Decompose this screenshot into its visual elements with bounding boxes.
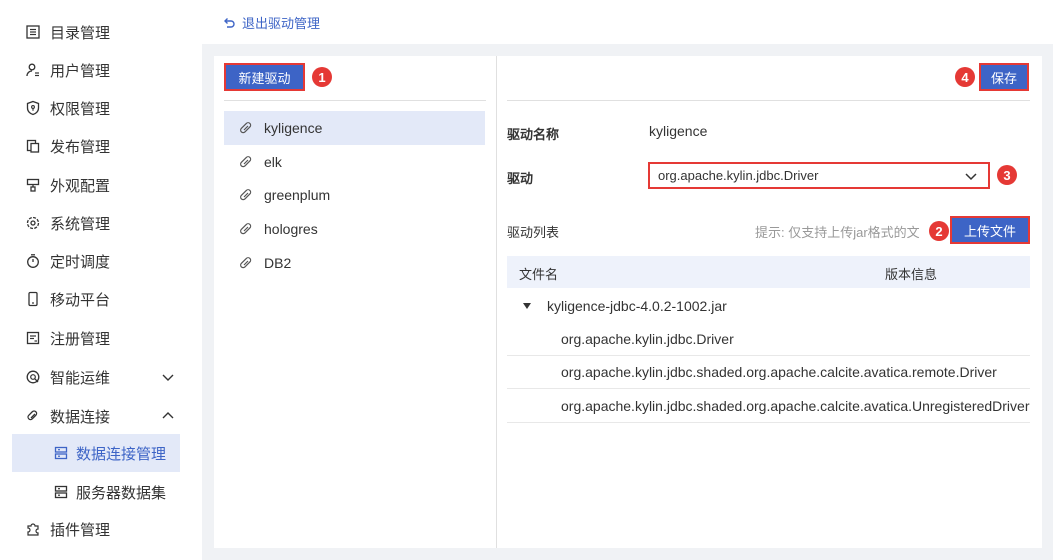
column-header-file: 文件名: [519, 267, 559, 282]
sidebar-item-ops[interactable]: 智能运维: [24, 358, 184, 396]
divider: [224, 100, 486, 101]
sidebar-item-label: 外观配置: [50, 177, 111, 195]
exit-driver-management-link[interactable]: 退出驱动管理: [222, 13, 320, 32]
sidebar-subitem-label: 服务器数据集: [76, 484, 167, 502]
back-link-label: 退出驱动管理: [242, 16, 321, 31]
database-icon: [52, 483, 70, 501]
upload-file-button[interactable]: 上传文件: [950, 216, 1030, 244]
sidebar-item-permissions[interactable]: 权限管理: [24, 89, 110, 127]
driver-label: 驱动: [507, 171, 534, 186]
table-row[interactable]: org.apache.kylin.jdbc.Driver: [507, 323, 1030, 356]
jar-row[interactable]: kyligence-jdbc-4.0.2-1002.jar: [507, 290, 1030, 322]
appearance-icon: [24, 176, 42, 194]
sidebar-item-publish[interactable]: 发布管理: [24, 127, 110, 165]
sidebar-item-catalog[interactable]: 目录管理: [24, 13, 110, 51]
link-icon: [238, 120, 254, 136]
driver-item-db2[interactable]: DB2: [224, 246, 485, 280]
driver-select[interactable]: org.apache.kylin.jdbc.Driver: [648, 162, 990, 189]
sidebar-item-appearance[interactable]: 外观配置: [24, 166, 110, 204]
sidebar-item-register[interactable]: 注册管理: [24, 319, 110, 357]
link-icon: [238, 154, 254, 170]
top-bar: 退出驱动管理: [202, 0, 1053, 44]
sidebar-item-system[interactable]: 系统管理: [24, 204, 110, 242]
puzzle-icon: [24, 520, 42, 538]
annotation-badge-2: 2: [929, 221, 949, 241]
driver-name-label: 驱动名称: [507, 127, 560, 142]
register-icon: [24, 329, 42, 347]
driver-item-label: DB2: [264, 255, 292, 271]
mobile-icon: [24, 290, 42, 308]
sidebar-item-label: 数据连接: [50, 408, 111, 426]
user-icon: [24, 61, 42, 79]
divider: [507, 100, 1030, 101]
annotation-badge-3: 3: [997, 165, 1017, 185]
sidebar-item-mobile[interactable]: 移动平台: [24, 280, 110, 318]
ops-icon: [24, 368, 42, 386]
sidebar-item-label: 插件管理: [50, 521, 111, 539]
sidebar: 目录管理 用户管理 权限管理 发布管理 外观配置 系统管理 定时调度 移动平台 …: [0, 0, 202, 560]
chevron-down-icon: [964, 169, 978, 183]
column-header-version: 版本信息: [885, 267, 938, 282]
collapse-triangle-icon[interactable]: [523, 303, 531, 309]
driver-item-kyligence[interactable]: kyligence: [224, 111, 485, 145]
sidebar-item-label: 注册管理: [50, 330, 111, 348]
driver-list-label: 驱动列表: [507, 225, 560, 240]
publish-icon: [24, 137, 42, 155]
chevron-up-icon: [160, 408, 176, 424]
upload-hint: 提示: 仅支持上传jar格式的文: [755, 225, 920, 240]
driver-list-panel: 新建驱动 1 kyligence elk greenplum hologres …: [214, 56, 496, 548]
sidebar-item-schedule[interactable]: 定时调度: [24, 242, 110, 280]
driver-item-hologres[interactable]: hologres: [224, 212, 485, 246]
jar-file-name: kyligence-jdbc-4.0.2-1002.jar: [547, 298, 727, 314]
sidebar-item-label: 移动平台: [50, 291, 111, 309]
driver-class-name: org.apache.kylin.jdbc.shaded.org.apache.…: [561, 398, 1030, 414]
sidebar-item-label: 发布管理: [50, 138, 111, 156]
link-icon: [24, 407, 42, 425]
sidebar-subitem-label: 数据连接管理: [76, 445, 167, 463]
driver-detail-panel: 4 保存 驱动名称 kyligence 驱动 org.apache.kylin.…: [497, 56, 1042, 548]
table-row[interactable]: org.apache.kylin.jdbc.shaded.org.apache.…: [507, 390, 1030, 423]
database-icon: [52, 444, 70, 462]
driver-name-value: kyligence: [649, 123, 708, 139]
driver-item-label: elk: [264, 154, 282, 170]
annotation-badge-4: 4: [955, 67, 975, 87]
sidebar-item-label: 权限管理: [50, 100, 111, 118]
sidebar-item-label: 系统管理: [50, 215, 111, 233]
sidebar-item-label: 定时调度: [50, 253, 111, 271]
list-icon: [24, 23, 42, 41]
driver-item-label: kyligence: [264, 120, 323, 136]
sidebar-item-plugins[interactable]: 插件管理: [24, 510, 110, 548]
sidebar-item-label: 智能运维: [50, 369, 111, 387]
sidebar-subitem-data-connection-management[interactable]: 数据连接管理: [12, 434, 180, 472]
sidebar-item-data-connection[interactable]: 数据连接: [24, 397, 184, 435]
driver-item-elk[interactable]: elk: [224, 145, 485, 179]
link-icon: [238, 255, 254, 271]
sidebar-item-users[interactable]: 用户管理: [24, 51, 110, 89]
timer-icon: [24, 252, 42, 270]
gear-icon: [24, 214, 42, 232]
driver-table-header: 文件名 版本信息: [507, 256, 1030, 288]
new-driver-button[interactable]: 新建驱动: [224, 63, 305, 91]
annotation-badge-1: 1: [312, 67, 332, 87]
save-button[interactable]: 保存: [979, 63, 1029, 91]
driver-class-name: org.apache.kylin.jdbc.shaded.org.apache.…: [561, 364, 997, 380]
driver-item-label: hologres: [264, 221, 318, 237]
sidebar-item-label: 用户管理: [50, 62, 111, 80]
link-icon: [238, 187, 254, 203]
driver-item-greenplum[interactable]: greenplum: [224, 178, 485, 212]
sidebar-item-label: 目录管理: [50, 24, 111, 42]
chevron-down-icon: [160, 369, 176, 385]
driver-class-name: org.apache.kylin.jdbc.Driver: [561, 331, 734, 347]
driver-item-label: greenplum: [264, 187, 331, 203]
back-arrow-icon: [222, 16, 236, 30]
shield-icon: [24, 99, 42, 117]
driver-select-value: org.apache.kylin.jdbc.Driver: [658, 168, 819, 183]
sidebar-subitem-server-dataset[interactable]: 服务器数据集: [12, 473, 180, 511]
link-icon: [238, 221, 254, 237]
table-row[interactable]: org.apache.kylin.jdbc.shaded.org.apache.…: [507, 356, 1030, 389]
